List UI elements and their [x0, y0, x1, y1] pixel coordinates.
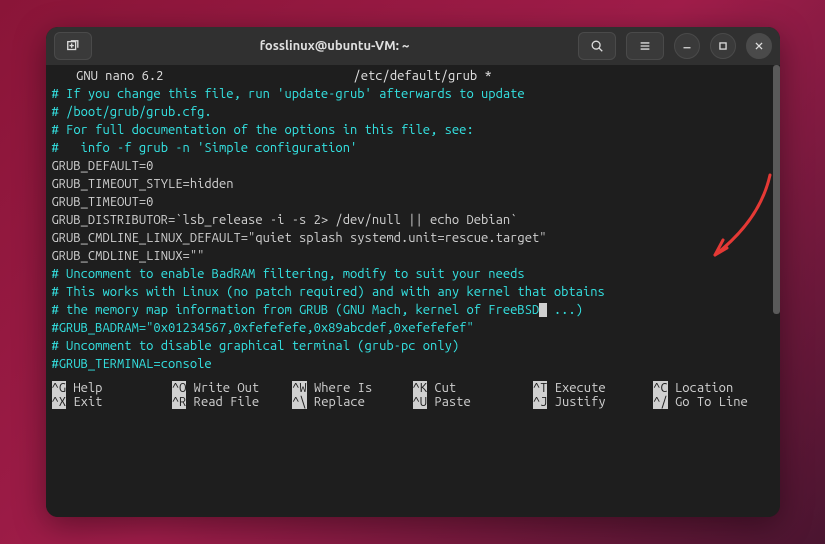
shortcut-key: ^K: [413, 381, 428, 395]
editor-line[interactable]: GRUB_DISTRIBUTOR=`lsb_release -i -s 2> /…: [52, 211, 774, 229]
shortcut-label: Where Is: [307, 381, 373, 395]
editor-line[interactable]: # /boot/grub/grub.cfg.: [52, 103, 774, 121]
shortcut-key: ^\: [292, 395, 307, 409]
minimize-button[interactable]: [674, 33, 700, 59]
shortcut-key: ^G: [52, 381, 67, 395]
shortcut-item: ^R Read File: [172, 395, 292, 409]
shortcut-key: ^T: [533, 381, 548, 395]
titlebar: fosslinux@ubuntu-VM: ~: [46, 27, 780, 65]
editor-line[interactable]: GRUB_CMDLINE_LINUX="": [52, 247, 774, 265]
shortcut-key: ^/: [653, 395, 668, 409]
editor-line[interactable]: GRUB_DEFAULT=0: [52, 157, 774, 175]
shortcut-item: ^X Exit: [52, 395, 172, 409]
shortcut-key: ^R: [172, 395, 187, 409]
editor-line[interactable]: # For full documentation of the options …: [52, 121, 774, 139]
shortcut-label: Justify: [547, 395, 605, 409]
nano-app-name: GNU nano 6.2: [62, 67, 164, 85]
menu-button[interactable]: [626, 32, 664, 60]
shortcut-label: Exit: [66, 395, 102, 409]
terminal-window: fosslinux@ubuntu-VM: ~ GNU nano 6.2 /etc…: [46, 27, 780, 517]
editor-line[interactable]: GRUB_CMDLINE_LINUX_DEFAULT="quiet splash…: [52, 229, 774, 247]
editor-line[interactable]: # info -f grub -n 'Simple configuration': [52, 139, 774, 157]
shortcut-key: ^C: [653, 381, 668, 395]
text-cursor: [539, 303, 546, 317]
shortcut-label: Go To Line: [668, 395, 748, 409]
shortcut-item: ^J Justify: [533, 395, 653, 409]
shortcut-label: Location: [668, 381, 734, 395]
editor-line[interactable]: # If you change this file, run 'update-g…: [52, 85, 774, 103]
shortcut-label: Cut: [427, 381, 456, 395]
shortcut-item: ^W Where Is: [292, 381, 412, 395]
editor-line[interactable]: # Uncomment to disable graphical termina…: [52, 337, 774, 355]
shortcut-label: Execute: [547, 381, 605, 395]
search-button[interactable]: [578, 32, 616, 60]
shortcut-item: ^\ Replace: [292, 395, 412, 409]
editor-line[interactable]: # This works with Linux (no patch requir…: [52, 283, 774, 301]
shortcut-label: Replace: [307, 395, 365, 409]
editor-line[interactable]: GRUB_TIMEOUT=0: [52, 193, 774, 211]
shortcut-item: ^C Location: [653, 381, 773, 395]
shortcut-item: ^O Write Out: [172, 381, 292, 395]
maximize-button[interactable]: [710, 33, 736, 59]
shortcut-key: ^O: [172, 381, 187, 395]
close-button[interactable]: [746, 33, 772, 59]
editor-line[interactable]: #GRUB_BADRAM="0x01234567,0xfefefefe,0x89…: [52, 319, 774, 337]
nano-filepath: /etc/default/grub *: [353, 67, 491, 85]
shortcut-label: Read File: [186, 395, 259, 409]
shortcut-item: ^G Help: [52, 381, 172, 395]
shortcut-item: ^/ Go To Line: [653, 395, 773, 409]
terminal-body[interactable]: GNU nano 6.2 /etc/default/grub * # If yo…: [46, 65, 780, 517]
editor-line[interactable]: #GRUB_TERMINAL=console: [52, 355, 774, 373]
window-title: fosslinux@ubuntu-VM: ~: [92, 39, 578, 53]
editor-content[interactable]: # If you change this file, run 'update-g…: [52, 85, 774, 373]
shortcut-label: Write Out: [186, 381, 259, 395]
shortcut-key: ^X: [52, 395, 67, 409]
shortcut-key: ^J: [533, 395, 548, 409]
nano-status-bar: GNU nano 6.2 /etc/default/grub *: [52, 67, 774, 85]
shortcut-label: Paste: [427, 395, 471, 409]
editor-line[interactable]: # Uncomment to enable BadRAM filtering, …: [52, 265, 774, 283]
shortcut-item: ^U Paste: [413, 395, 533, 409]
shortcut-key: ^W: [292, 381, 307, 395]
shortcut-key: ^U: [413, 395, 428, 409]
shortcut-item: ^K Cut: [413, 381, 533, 395]
shortcut-item: ^T Execute: [533, 381, 653, 395]
shortcut-label: Help: [66, 381, 102, 395]
annotation-arrow: [705, 170, 785, 265]
new-tab-button[interactable]: [54, 32, 92, 60]
nano-shortcut-bar: ^G Help^O Write Out^W Where Is^K Cut^T E…: [52, 381, 774, 409]
editor-line[interactable]: # the memory map information from GRUB (…: [52, 301, 774, 319]
editor-line[interactable]: GRUB_TIMEOUT_STYLE=hidden: [52, 175, 774, 193]
